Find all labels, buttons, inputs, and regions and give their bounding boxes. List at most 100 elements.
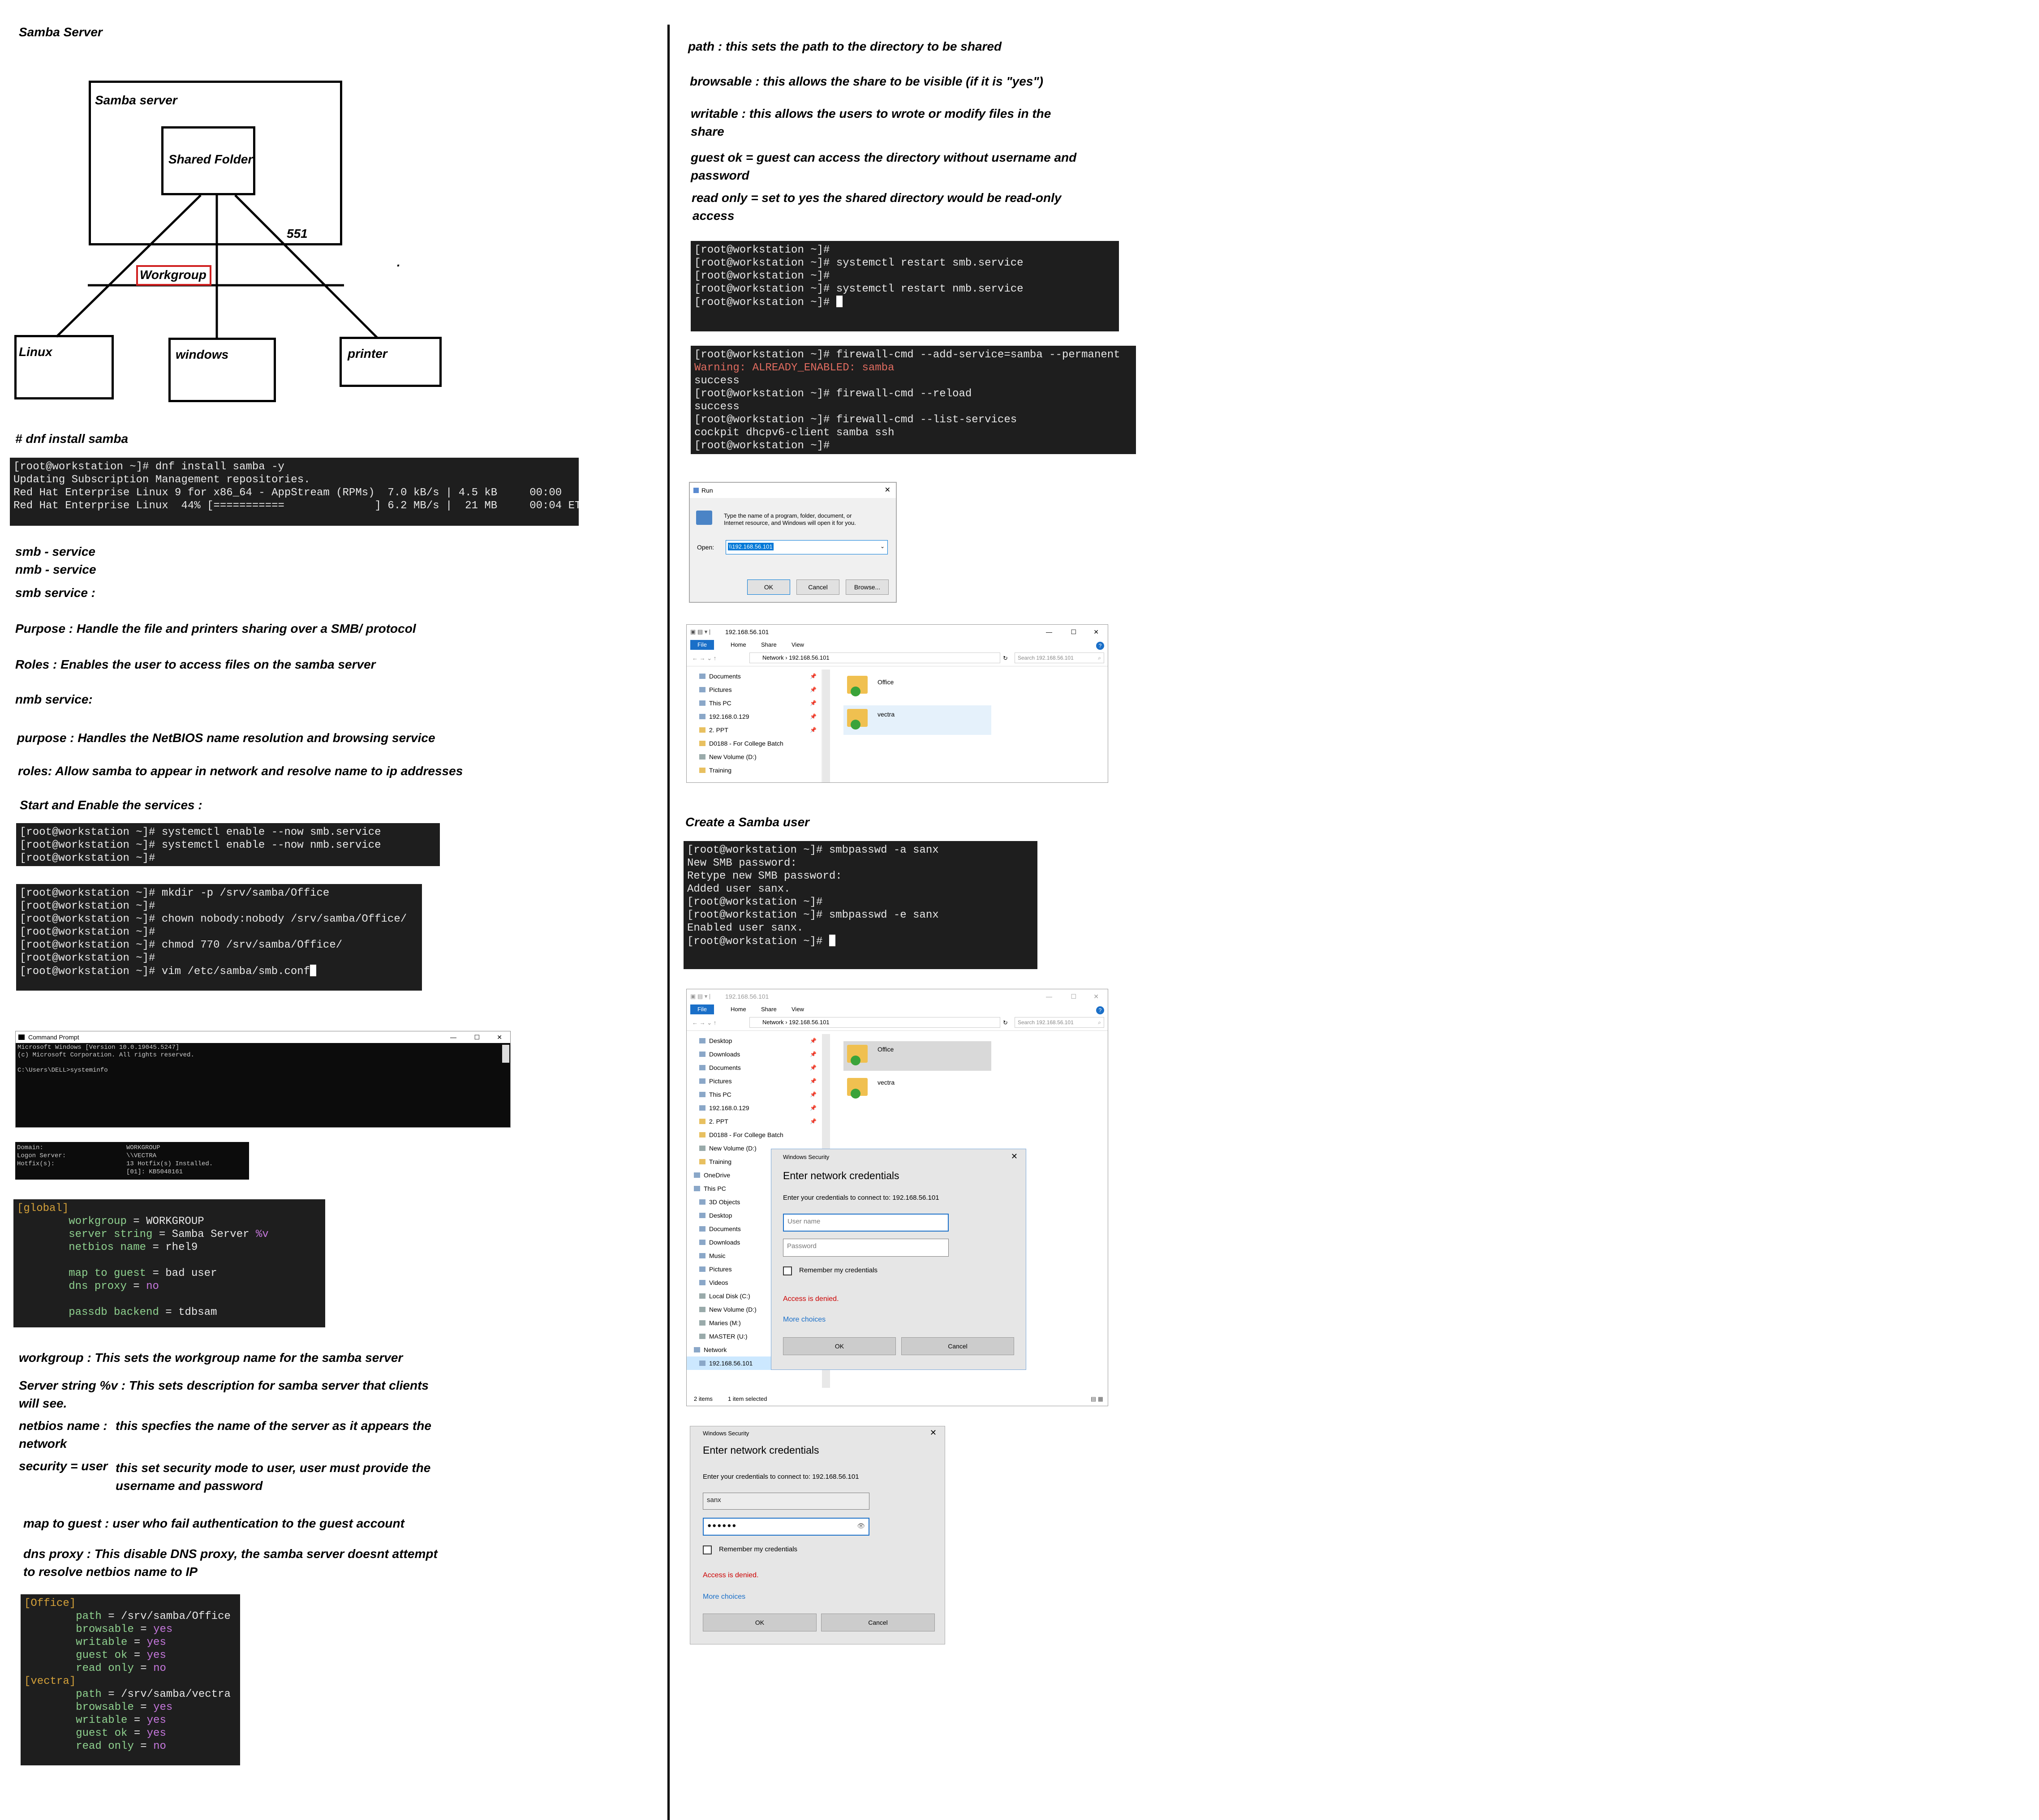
security2-close-icon[interactable]: ✕ — [930, 1428, 937, 1438]
run-browse-button[interactable]: Browse... — [846, 579, 889, 595]
ribbon-tab-share[interactable]: Share — [761, 1004, 777, 1014]
column-divider — [667, 25, 670, 1820]
sidebar-item-label: This PC — [704, 1185, 726, 1192]
run-cancel-button[interactable]: Cancel — [796, 579, 839, 595]
sidebar-item-icon — [694, 1172, 700, 1178]
sidebar-item[interactable]: 192.168.0.129 📌 — [687, 710, 821, 723]
explorer2-view-toggle-icons[interactable]: ▤ ▦ — [1091, 1392, 1103, 1406]
explorer1-search-placeholder: Search 192.168.56.101 — [1018, 655, 1074, 661]
config-entry: browsable = yes — [76, 1701, 173, 1713]
security1-remember-checkbox[interactable] — [783, 1266, 792, 1275]
explorer2-path-network[interactable]: Network — [762, 1019, 784, 1026]
explorer2-address-bar[interactable]: Network › 192.168.56.101 — [749, 1017, 1000, 1028]
run-dropdown-icon[interactable]: ⌄ — [880, 543, 885, 549]
security1-cancel-button[interactable]: Cancel — [901, 1337, 1014, 1355]
run-open-input[interactable]: \\192.168.56.101 ⌄ — [726, 540, 888, 554]
sidebar-item[interactable]: 2. PPT 📌 — [687, 1115, 821, 1128]
sidebar-item-label: Music — [709, 1252, 726, 1259]
sidebar-item[interactable]: Downloads 📌 — [687, 1047, 821, 1061]
explorer2-folder-office[interactable]: Office — [843, 1041, 991, 1071]
explorer1-folder-vectra[interactable]: vectra — [843, 705, 991, 735]
security2-username-input[interactable]: sanx — [703, 1493, 869, 1510]
explorer2-close-icon[interactable]: ✕ — [1093, 989, 1099, 1004]
sidebar-item[interactable]: Desktop 📌 — [687, 1034, 821, 1047]
security2-ok-button[interactable]: OK — [703, 1614, 817, 1631]
config-value: yes — [146, 1727, 166, 1739]
security1-ok-button[interactable]: OK — [783, 1337, 896, 1355]
pin-icon: 📌 — [810, 1038, 817, 1044]
ribbon-tab-view[interactable]: View — [792, 1004, 804, 1014]
config-entry: read only = no — [76, 1740, 166, 1752]
security1-more-choices-link[interactable]: More choices — [783, 1316, 826, 1324]
run-close-icon[interactable]: ✕ — [885, 483, 890, 498]
explorer1-maximize-icon[interactable]: ☐ — [1071, 625, 1076, 639]
terminal-line: Added user sanx. — [687, 883, 791, 895]
explorer2-path-host[interactable]: 192.168.56.101 — [789, 1019, 829, 1026]
explorer2-refresh-icon[interactable]: ↻ — [1003, 1015, 1008, 1030]
explorer2-folder-vectra[interactable]: vectra — [843, 1074, 991, 1104]
security2-more-choices-link[interactable]: More choices — [703, 1593, 745, 1601]
sidebar-item[interactable]: Pictures 📌 — [687, 683, 821, 696]
security2-cancel-button[interactable]: Cancel — [821, 1614, 935, 1631]
terminal-line: New SMB password: — [687, 857, 797, 869]
ribbon-tab-home[interactable]: Home — [731, 1004, 746, 1014]
explorer1-sidebar: Documents 📌 Pictures 📌 This PC 📌 192.168.0.129… — [687, 670, 822, 782]
explorer1-quick-access-icons[interactable]: ▣ ▤ ▾ | — [690, 625, 710, 639]
ribbon-tab-share[interactable]: Share — [761, 640, 777, 650]
sidebar-item[interactable]: Training — [687, 764, 821, 777]
maximize-icon[interactable]: ☐ — [474, 1031, 480, 1043]
explorer2-help-icon[interactable]: ? — [1096, 1006, 1104, 1014]
sidebar-item[interactable]: Documents 📌 — [687, 1061, 821, 1074]
sidebar-item[interactable]: 192.168.0.129 📌 — [687, 1101, 821, 1115]
close-icon[interactable]: ✕ — [497, 1031, 502, 1043]
explorer1-path-host[interactable]: 192.168.56.101 — [789, 654, 829, 661]
sidebar-item[interactable]: D0188 - For College Batch — [687, 737, 821, 750]
security2-password-input[interactable]: ●●●●●● 👁 — [703, 1518, 869, 1536]
explorer1-sidebar-scrollbar[interactable] — [822, 670, 830, 782]
security1-username-input[interactable]: User name — [783, 1214, 949, 1232]
minimize-icon[interactable]: — — [450, 1031, 456, 1043]
config-value: yes — [146, 1649, 166, 1661]
terminal-line: [root@workstation ~]# — [20, 900, 155, 912]
ribbon-tab-view[interactable]: View — [792, 640, 804, 650]
sidebar-item[interactable]: 2. PPT 📌 — [687, 723, 821, 737]
pin-icon: 📌 — [810, 1078, 817, 1084]
ribbon-tab-file[interactable]: File — [690, 1004, 714, 1014]
explorer2-nav-arrows[interactable]: ← → ⌄ ↑ — [692, 1015, 716, 1030]
run-ok-button[interactable]: OK — [747, 579, 790, 595]
explorer1-path-network[interactable]: Network — [762, 654, 784, 661]
sidebar-item[interactable]: Pictures 📌 — [687, 1074, 821, 1088]
security1-close-icon[interactable]: ✕ — [1011, 1152, 1018, 1161]
explorer1-minimize-icon[interactable]: — — [1046, 625, 1052, 639]
explorer2-search-input[interactable]: Search 192.168.56.101 ⌕ — [1015, 1017, 1104, 1028]
explorer1-folder-office[interactable]: Office — [843, 674, 978, 701]
sidebar-item[interactable]: Documents 📌 — [687, 670, 821, 683]
pin-icon: 📌 — [810, 687, 817, 693]
explorer1-address-bar[interactable]: Network › 192.168.56.101 — [749, 652, 1000, 663]
explorer1-nav-arrows[interactable]: ← → ⌄ ↑ — [692, 651, 716, 666]
workgroup-note: workgroup : This sets the workgroup name… — [19, 1351, 403, 1365]
sidebar-item-icon — [699, 1159, 705, 1164]
cmd-scrollbar[interactable] — [502, 1045, 509, 1063]
explorer2-quick-access-icons[interactable]: ▣ ▤ ▾ | — [690, 989, 710, 1004]
sidebar-item[interactable]: New Volume (D:) — [687, 750, 821, 764]
explorer1-close-icon[interactable]: ✕ — [1093, 625, 1099, 639]
explorer2-maximize-icon[interactable]: ☐ — [1071, 989, 1076, 1004]
ribbon-tab-file[interactable]: File — [690, 640, 714, 650]
sidebar-item-icon — [699, 1132, 705, 1138]
sidebar-item[interactable]: This PC 📌 — [687, 1088, 821, 1101]
read-only-note-1: read only = set to yes the shared direct… — [692, 191, 1062, 205]
explorer1-refresh-icon[interactable]: ↻ — [1003, 651, 1008, 666]
ribbon-tab-home[interactable]: Home — [731, 640, 746, 650]
sidebar-item-label: Pictures — [709, 686, 732, 693]
security2-remember-checkbox[interactable] — [703, 1545, 712, 1554]
explorer1-search-input[interactable]: Search 192.168.56.101 ⌕ — [1015, 652, 1104, 663]
explorer1-help-icon[interactable]: ? — [1096, 642, 1104, 650]
security1-password-input[interactable]: Password — [783, 1239, 949, 1257]
show-password-eye-icon[interactable]: 👁 — [857, 1519, 865, 1533]
sidebar-item[interactable]: This PC 📌 — [687, 696, 821, 710]
explorer1-ribbon-tabs: File Home Share View — [687, 639, 1108, 651]
sidebar-item[interactable]: D0188 - For College Batch — [687, 1128, 821, 1142]
explorer2-minimize-icon[interactable]: — — [1046, 989, 1052, 1004]
config-entry: path = /srv/samba/vectra — [76, 1688, 231, 1700]
